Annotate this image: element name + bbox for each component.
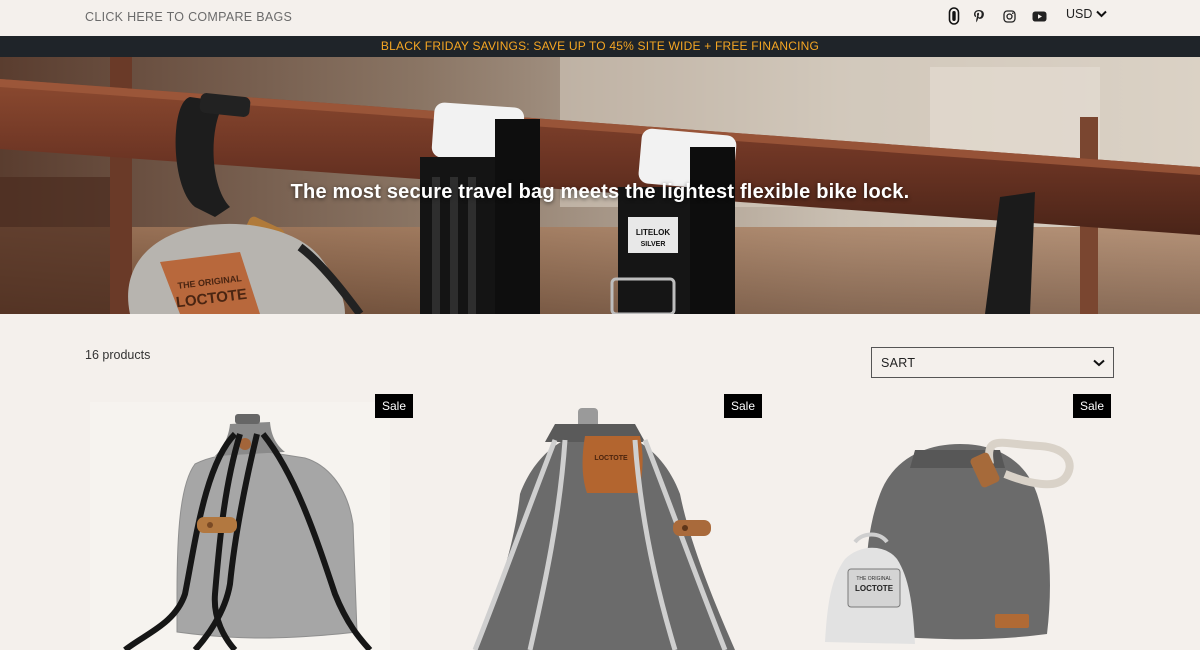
grip-badge-icon[interactable] bbox=[944, 6, 964, 26]
currency-label: USD bbox=[1066, 7, 1093, 21]
compare-bags-link[interactable]: CLICK HERE TO COMPARE BAGS bbox=[85, 10, 292, 24]
pouch-patch-text: LOCTOTE bbox=[855, 584, 894, 593]
product-image: LOCTOTE bbox=[435, 394, 765, 650]
product-card[interactable]: Sale bbox=[85, 394, 415, 650]
hero-banner: LITELOK SILVER THE ORIGINAL LOCTOTE The … bbox=[0, 57, 1200, 314]
sale-badge: Sale bbox=[1073, 394, 1112, 418]
currency-selector[interactable]: USD bbox=[1066, 7, 1108, 21]
patch-text: LOCTOTE bbox=[594, 455, 628, 462]
sale-badge: Sale bbox=[724, 394, 763, 418]
product-card[interactable]: THE ORIGINAL LOCTOTE Sale bbox=[785, 394, 1115, 650]
youtube-icon[interactable] bbox=[1029, 6, 1049, 26]
chevron-down-icon bbox=[1096, 7, 1108, 21]
hero-headline: The most secure travel bag meets the lig… bbox=[290, 181, 910, 203]
announcement-bar[interactable]: BLACK FRIDAY SAVINGS: SAVE UP TO 45% SIT… bbox=[0, 36, 1200, 57]
product-image bbox=[85, 394, 415, 650]
pinterest-icon[interactable] bbox=[969, 6, 989, 26]
chevron-down-icon bbox=[1093, 354, 1105, 372]
lock-label-secondary: SILVER bbox=[641, 241, 666, 248]
pouch-label-text: THE ORIGINAL bbox=[856, 576, 892, 582]
instagram-icon[interactable] bbox=[999, 6, 1019, 26]
product-count: 16 products bbox=[85, 348, 151, 362]
announcement-text: BLACK FRIDAY SAVINGS: SAVE UP TO 45% SIT… bbox=[380, 39, 820, 53]
sale-badge: Sale bbox=[375, 394, 414, 418]
product-card[interactable]: LOCTOTE Sale bbox=[435, 394, 765, 650]
sort-select[interactable]: SART bbox=[871, 347, 1114, 378]
top-utility-bar: CLICK HERE TO COMPARE BAGS USD bbox=[0, 0, 1200, 36]
sort-select-label: SART bbox=[881, 355, 916, 370]
product-image: THE ORIGINAL LOCTOTE bbox=[785, 394, 1115, 650]
lock-label: LITELOK bbox=[636, 228, 670, 237]
